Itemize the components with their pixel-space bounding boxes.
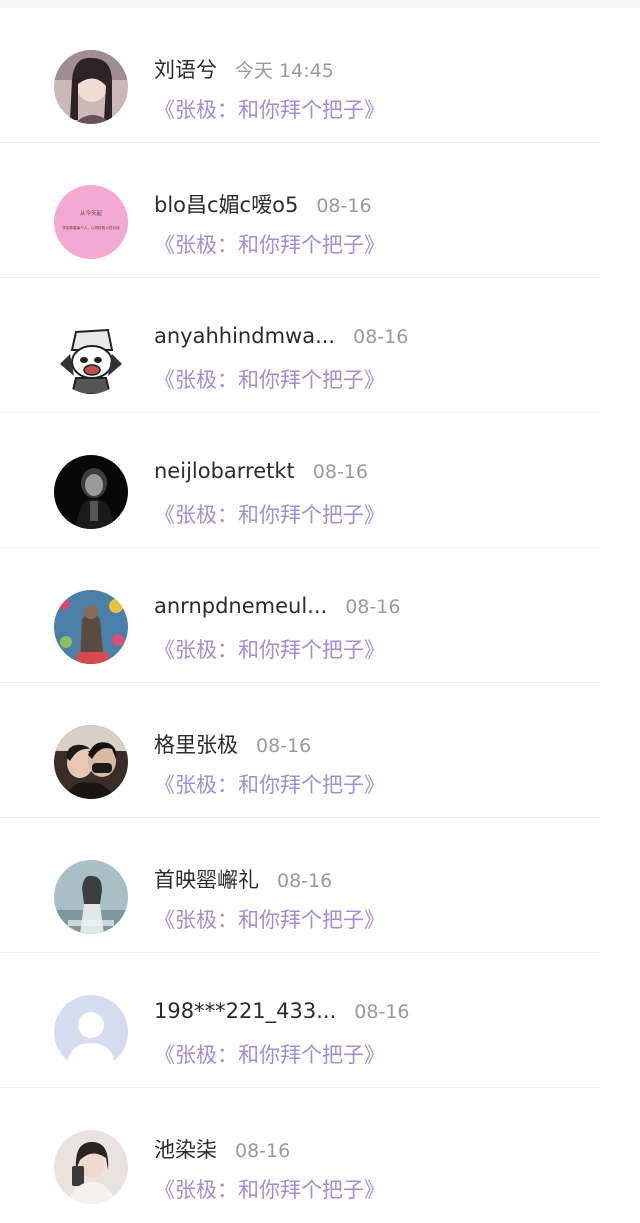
default-user-avatar-icon bbox=[54, 995, 128, 1069]
avatar[interactable]: 从今天起 学会尊重每个人，以同样的人性对待 bbox=[54, 185, 128, 259]
timestamp: 08-16 bbox=[235, 1140, 291, 1162]
list-item[interactable]: 首映罂嶰礼 08-16 《张极：和你拜个把子》 bbox=[0, 818, 640, 953]
timestamp: 08-16 bbox=[354, 1001, 410, 1023]
avatar[interactable] bbox=[54, 1130, 128, 1204]
contact-name: anrnpdnemeul... 08-16 bbox=[154, 594, 400, 618]
list-item[interactable]: 格里张极 08-16 《张极：和你拜个把子》 bbox=[0, 683, 640, 818]
contact-name: 格里张极 08-16 bbox=[154, 729, 311, 759]
timestamp: 今天 14:45 bbox=[235, 60, 334, 82]
list-item[interactable]: 从今天起 学会尊重每个人，以同样的人性对待 blo昌c媚c嗳o5 08-16 《张… bbox=[0, 143, 640, 278]
message-preview: 《张极：和你拜个把子》 bbox=[154, 233, 385, 257]
bluegrey-girl-avatar-icon bbox=[54, 860, 128, 934]
contact-name: blo昌c媚c嗳o5 08-16 bbox=[154, 189, 372, 219]
contact-name-text: anyahhindmwa... bbox=[154, 324, 336, 348]
message-preview: 《张极：和你拜个把子》 bbox=[154, 503, 385, 527]
timestamp: 08-16 bbox=[277, 870, 333, 892]
avatar-text-line-1: 从今天起 bbox=[80, 209, 103, 217]
timestamp: 08-16 bbox=[353, 326, 409, 348]
timestamp: 08-16 bbox=[312, 461, 368, 483]
message-preview: 《张极：和你拜个把子》 bbox=[154, 773, 385, 797]
timestamp: 08-16 bbox=[256, 735, 312, 757]
message-preview: 《张极：和你拜个把子》 bbox=[154, 638, 385, 662]
pink-text-avatar-icon: 从今天起 学会尊重每个人，以同样的人性对待 bbox=[54, 185, 128, 259]
contact-name-text: blo昌c媚c嗳o5 bbox=[154, 193, 299, 217]
list-item[interactable]: 198***221_433... 08-16 《张极：和你拜个把子》 bbox=[0, 953, 640, 1088]
contact-name-text: neijlobarretkt bbox=[154, 459, 295, 483]
conversation-list: 刘语兮 今天 14:45 《张极：和你拜个把子》 从今天起 学会尊重每个人，以同样… bbox=[0, 8, 640, 1223]
list-item[interactable]: 刘语兮 今天 14:45 《张极：和你拜个把子》 bbox=[0, 8, 640, 143]
message-preview: 《张极：和你拜个把子》 bbox=[154, 368, 385, 392]
timestamp: 08-16 bbox=[316, 195, 372, 217]
colorful-figure-avatar-icon bbox=[54, 590, 128, 664]
contact-name-text: 198***221_433... bbox=[154, 999, 337, 1023]
avatar[interactable] bbox=[54, 320, 128, 394]
contact-name: 198***221_433... 08-16 bbox=[154, 999, 410, 1023]
girl-photo-avatar-icon bbox=[54, 50, 128, 124]
avatar[interactable] bbox=[54, 455, 128, 529]
avatar[interactable] bbox=[54, 725, 128, 799]
cartoon-cat-avatar-icon bbox=[54, 320, 128, 394]
avatar[interactable] bbox=[54, 590, 128, 664]
couple-photo-avatar-icon bbox=[54, 725, 128, 799]
list-item[interactable]: neijlobarretkt 08-16 《张极：和你拜个把子》 bbox=[0, 413, 640, 548]
message-preview: 《张极：和你拜个把子》 bbox=[154, 908, 385, 932]
contact-name: 池染柒 08-16 bbox=[154, 1134, 290, 1164]
contact-name: anyahhindmwa... 08-16 bbox=[154, 324, 408, 348]
contact-name-text: 格里张极 bbox=[154, 733, 238, 757]
contact-name-text: 池染柒 bbox=[154, 1138, 217, 1162]
list-item[interactable]: 池染柒 08-16 《张极：和你拜个把子》 bbox=[0, 1088, 640, 1223]
contact-name: 首映罂嶰礼 08-16 bbox=[154, 864, 332, 894]
timestamp: 08-16 bbox=[345, 596, 401, 618]
message-preview: 《张极：和你拜个把子》 bbox=[154, 1178, 385, 1202]
contact-name: neijlobarretkt 08-16 bbox=[154, 459, 368, 483]
list-item[interactable]: anrnpdnemeul... 08-16 《张极：和你拜个把子》 bbox=[0, 548, 640, 683]
avatar-text-line-2: 学会尊重每个人，以同样的人性对待 bbox=[62, 225, 120, 230]
avatar[interactable] bbox=[54, 995, 128, 1069]
selfie-girl-avatar-icon bbox=[54, 1130, 128, 1204]
contact-name-text: 首映罂嶰礼 bbox=[154, 868, 259, 892]
message-preview: 《张极：和你拜个把子》 bbox=[154, 98, 385, 122]
avatar[interactable] bbox=[54, 860, 128, 934]
message-preview: 《张极：和你拜个把子》 bbox=[154, 1043, 385, 1067]
top-bar bbox=[0, 0, 640, 8]
contact-name-text: 刘语兮 bbox=[154, 58, 217, 82]
dark-joker-avatar-icon bbox=[54, 455, 128, 529]
contact-name-text: anrnpdnemeul... bbox=[154, 594, 328, 618]
avatar[interactable] bbox=[54, 50, 128, 124]
list-item[interactable]: anyahhindmwa... 08-16 《张极：和你拜个把子》 bbox=[0, 278, 640, 413]
contact-name: 刘语兮 今天 14:45 bbox=[154, 54, 334, 84]
